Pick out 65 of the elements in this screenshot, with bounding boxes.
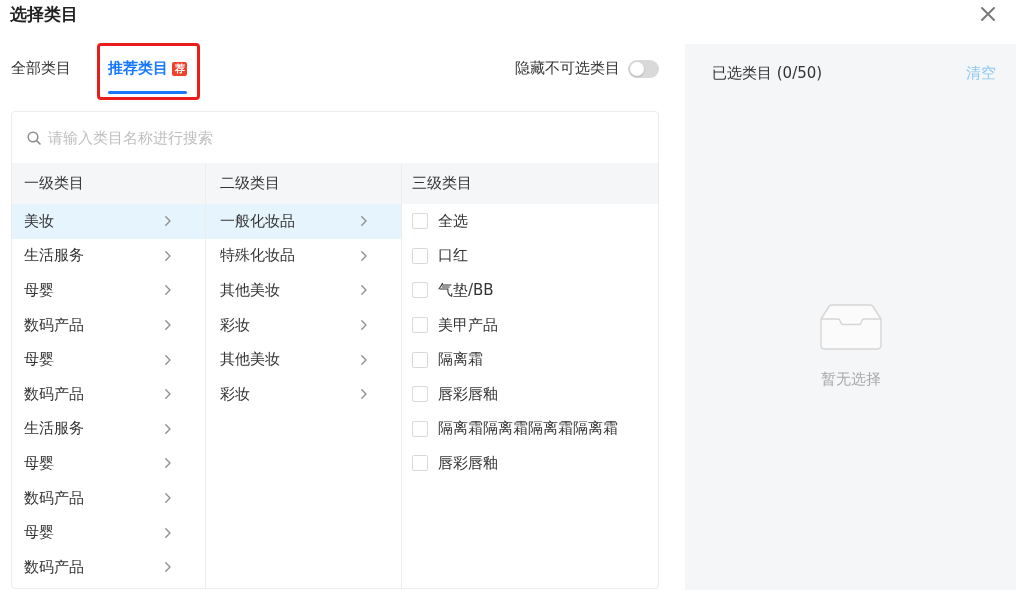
checkbox-label: 美甲产品 <box>438 315 498 335</box>
checkbox-label: 口红 <box>438 246 468 266</box>
selected-count-title: 已选类目 (0/50) <box>712 63 823 83</box>
checkbox[interactable] <box>412 386 428 403</box>
tab-badge: 荐 <box>172 61 187 76</box>
category-item[interactable]: 彩妆 <box>206 376 401 412</box>
column-header: 二级类目 <box>206 163 401 204</box>
category-item[interactable]: 其他美妆 <box>206 273 401 308</box>
toggle-switch[interactable] <box>628 59 659 78</box>
category-item[interactable]: 特殊化妆品 <box>206 238 401 274</box>
category-tab[interactable]: 推荐类目 荐 <box>97 43 200 100</box>
search-field[interactable]: 请输入类目名称进行搜索 <box>48 125 642 150</box>
checkbox[interactable] <box>412 317 428 334</box>
category-item[interactable]: 母婴 <box>12 446 205 481</box>
chevron-right-icon <box>165 320 171 331</box>
category-item[interactable]: 美妆 <box>12 204 205 239</box>
category-item[interactable]: 数码产品 <box>12 376 205 412</box>
column-header: 一级类目 <box>12 163 205 204</box>
category-item[interactable]: 数码产品 <box>12 480 205 516</box>
category-item[interactable]: 生活服务 <box>12 238 205 274</box>
toggle-label: 隐藏不可选类目 <box>515 59 620 78</box>
checkbox[interactable] <box>412 351 428 368</box>
checkbox-label: 唇彩唇釉 <box>438 453 498 473</box>
category-item[interactable]: 母婴 <box>12 515 205 550</box>
category-item[interactable]: 数码产品 <box>12 549 205 585</box>
search-icon <box>27 130 41 145</box>
chevron-right-icon <box>165 423 171 434</box>
chevron-right-icon <box>165 216 171 227</box>
checkbox[interactable] <box>412 455 428 472</box>
checkbox-label: 隔离霜 <box>438 350 483 370</box>
chevron-right-icon <box>165 354 171 365</box>
chevron-right-icon <box>165 562 171 573</box>
checkbox[interactable] <box>412 213 428 230</box>
chevron-right-icon <box>361 389 367 400</box>
checkbox[interactable] <box>412 420 428 437</box>
chevron-right-icon <box>361 285 367 296</box>
chevron-right-icon <box>165 493 171 504</box>
chevron-right-icon <box>361 320 367 331</box>
checkbox[interactable] <box>412 247 428 264</box>
empty-tray-icon <box>819 303 882 350</box>
checkbox-label: 唇彩唇釉 <box>438 384 498 404</box>
checkbox[interactable] <box>412 282 428 299</box>
category-item[interactable]: 母婴 <box>12 273 205 308</box>
empty-text: 暂无选择 <box>820 369 881 389</box>
category-item[interactable]: 一般化妆品 <box>206 204 401 239</box>
chevron-right-icon <box>165 389 171 400</box>
column-header: 三级类目 <box>402 163 658 204</box>
category-item[interactable]: 数码产品 <box>12 307 205 343</box>
chevron-right-icon <box>361 250 367 261</box>
category-item[interactable]: 生活服务 <box>12 411 205 447</box>
chevron-right-icon <box>165 250 171 261</box>
chevron-right-icon <box>165 458 171 469</box>
chevron-right-icon <box>165 527 171 538</box>
close-icon[interactable] <box>980 6 996 22</box>
checkbox-label: 隔离霜隔离霜隔离霜隔离霜 <box>438 419 618 439</box>
dialog-title: 选择类目 <box>10 2 78 26</box>
category-item[interactable]: 母婴 <box>12 342 205 377</box>
chevron-right-icon <box>165 285 171 296</box>
chevron-right-icon <box>361 354 367 365</box>
checkbox-label: 气垫/BB <box>438 281 494 300</box>
category-tab[interactable]: 全部类目 <box>0 43 84 100</box>
chevron-right-icon <box>361 216 367 227</box>
category-item[interactable]: 彩妆 <box>206 307 401 343</box>
checkbox-label: 全选 <box>438 211 468 231</box>
category-item[interactable]: 其他美妆 <box>206 342 401 377</box>
